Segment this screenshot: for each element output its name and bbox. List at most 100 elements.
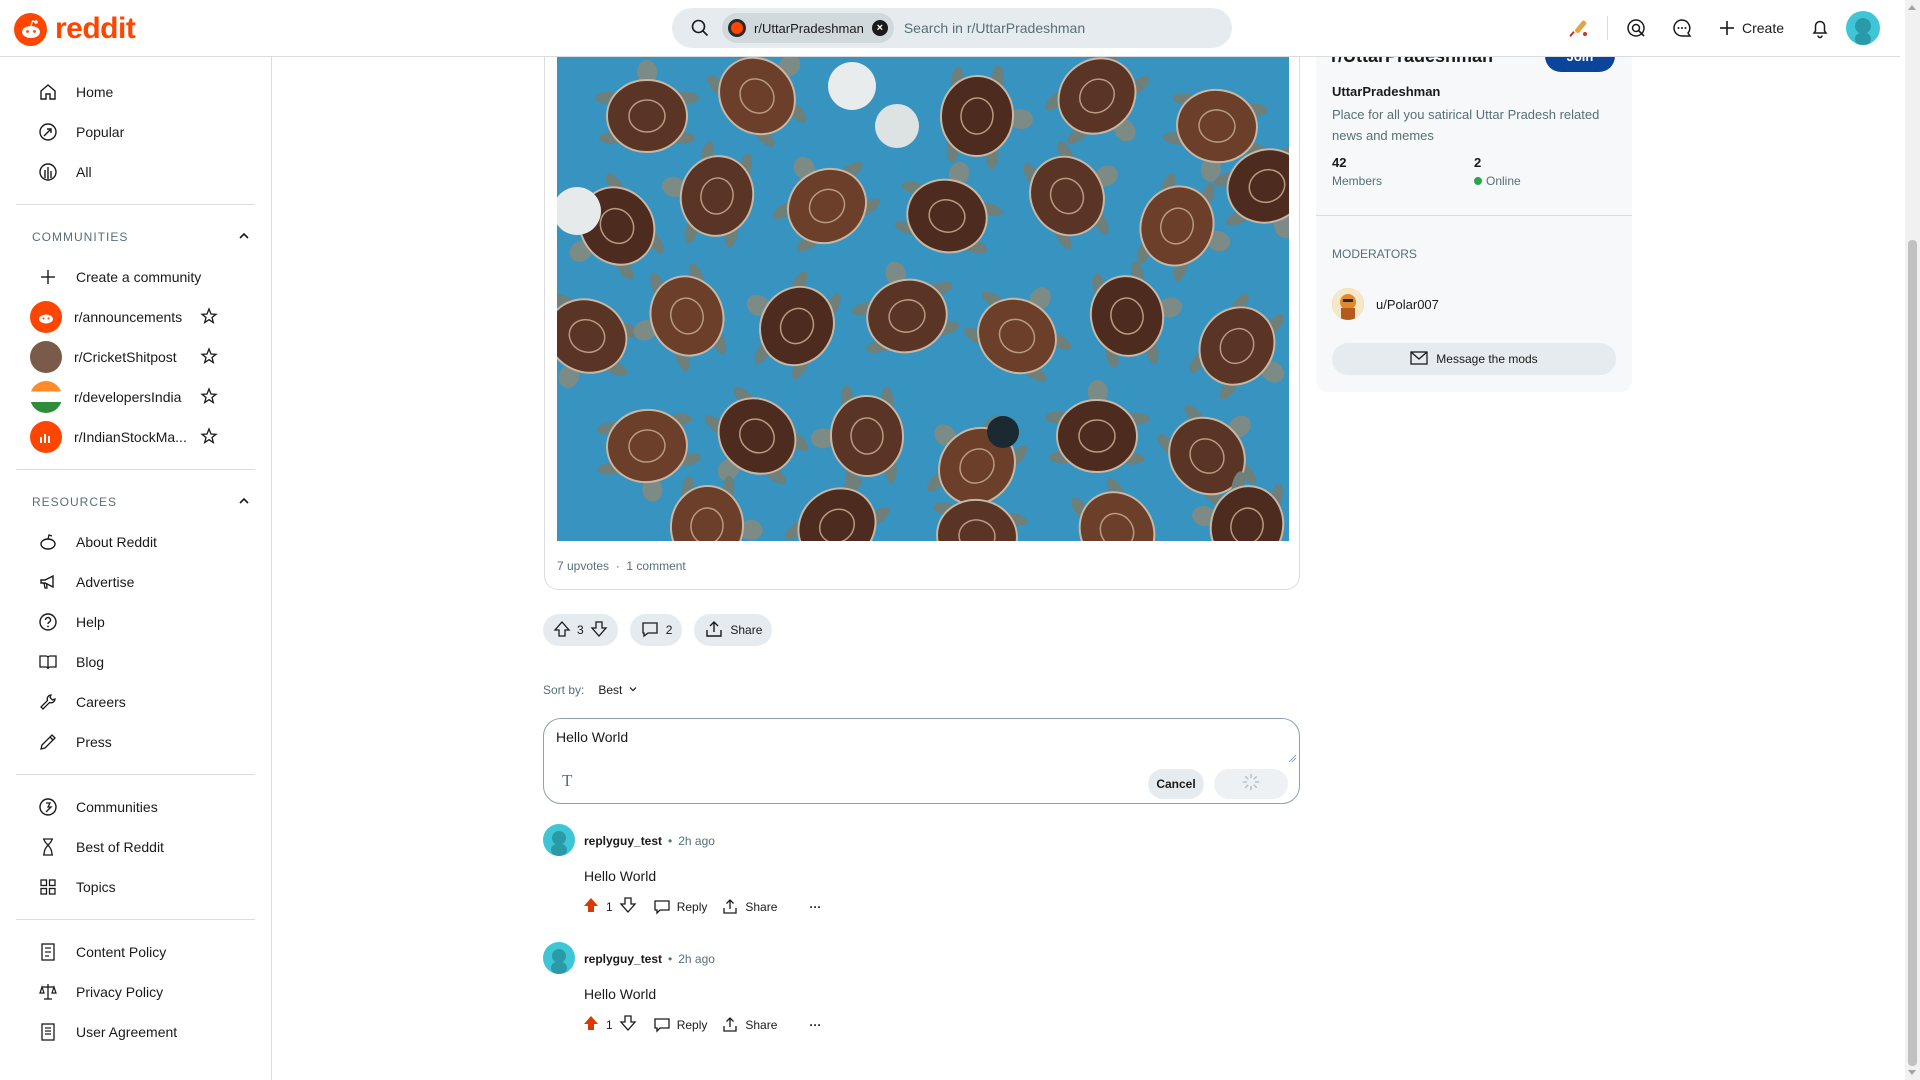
formatting-toggle-button[interactable]: T (562, 771, 572, 791)
scale-icon (36, 982, 60, 1002)
sidebar-item-announcements[interactable]: r/announcements (0, 297, 271, 337)
resources-section-header[interactable]: RESOURCES (0, 482, 271, 522)
submit-comment-button[interactable] (1214, 769, 1288, 799)
sidebar-item-developersindia[interactable]: r/developersIndia (0, 377, 271, 417)
favorite-star-icon[interactable] (200, 387, 218, 408)
post-comments-text[interactable]: 1 comment (626, 559, 685, 573)
sidebar-item-communities[interactable]: Communities (0, 787, 271, 827)
chat-icon[interactable] (1662, 8, 1702, 48)
more-options-button[interactable]: ··· (791, 1018, 835, 1032)
cricket-bat-icon[interactable] (1559, 8, 1599, 48)
sidebar-item-label: Blog (76, 654, 105, 670)
comments-button[interactable]: 2 (629, 614, 683, 646)
upvote-arrow-icon[interactable] (553, 620, 571, 641)
sidebar-divider (16, 204, 255, 205)
commenter-avatar[interactable] (543, 942, 575, 974)
sidebar-item-indianstockmarket[interactable]: r/IndianStockMa... (0, 417, 271, 457)
reddit-logo[interactable]: reddit (14, 11, 136, 47)
create-community-button[interactable]: Create a community (0, 257, 271, 297)
comment-username[interactable]: replyguy_test (584, 952, 662, 966)
post-image[interactable] (557, 56, 1289, 541)
page-scrollbar[interactable] (1905, 0, 1920, 1080)
sidebar-item-content-policy[interactable]: Content Policy (0, 932, 271, 972)
upvote-filled-icon[interactable] (582, 1014, 600, 1035)
search-input[interactable] (903, 20, 1204, 36)
comment-share-button[interactable]: Share (721, 1016, 791, 1034)
scroll-up-arrow-icon[interactable] (1908, 5, 1916, 10)
resize-handle-icon[interactable] (1287, 753, 1297, 763)
community-info-panel: r/UttarPradeshman Join UttarPradeshman P… (1316, 40, 1632, 392)
upvote-filled-icon[interactable] (582, 896, 600, 917)
comment-body: Hello World (584, 868, 657, 884)
search-community-chip[interactable]: r/UttarPradeshman × (722, 13, 894, 43)
left-sidebar: Home Popular All COMMUNITIES Create a co… (0, 57, 272, 1080)
sort-dropdown[interactable]: Best (598, 683, 638, 697)
search-bar[interactable]: r/UttarPradeshman × (672, 8, 1232, 48)
favorite-star-icon[interactable] (200, 307, 218, 328)
sidebar-item-advertise[interactable]: Advertise (0, 562, 271, 602)
sidebar-item-help[interactable]: Help (0, 602, 271, 642)
sidebar-item-privacy-policy[interactable]: Privacy Policy (0, 972, 271, 1012)
sidebar-item-user-agreement[interactable]: User Agreement (0, 1012, 271, 1052)
commenter-avatar[interactable] (543, 824, 575, 856)
reply-button[interactable]: Reply (653, 1016, 722, 1034)
sidebar-divider (16, 919, 255, 920)
chevron-down-icon (628, 683, 638, 697)
vote-count: 3 (577, 623, 584, 637)
sidebar-item-all[interactable]: All (0, 152, 271, 192)
sidebar-item-topics[interactable]: Topics (0, 867, 271, 907)
sidebar-item-popular[interactable]: Popular (0, 112, 271, 152)
sidebar-item-home[interactable]: Home (0, 72, 271, 112)
comment-input[interactable]: Hello World (556, 729, 1276, 759)
downvote-arrow-icon[interactable] (619, 896, 637, 917)
sidebar-item-about-reddit[interactable]: About Reddit (0, 522, 271, 562)
sidebar-item-label: All (76, 164, 92, 180)
share-icon (723, 1016, 738, 1032)
comment-bubble-icon (654, 899, 670, 915)
members-count: 42 (1332, 155, 1347, 170)
sea-turtles-illustration (557, 56, 1289, 541)
more-options-button[interactable]: ··· (791, 900, 835, 914)
scroll-down-arrow-icon[interactable] (1908, 1070, 1916, 1075)
comment-share-button[interactable]: Share (721, 898, 791, 916)
reddit-alien-icon (36, 532, 60, 552)
create-post-button[interactable]: Create (1708, 8, 1794, 48)
notifications-bell-icon[interactable] (1800, 8, 1840, 48)
sidebar-item-cricketshitpost[interactable]: r/CricketShitpost (0, 337, 271, 377)
user-avatar[interactable] (1846, 11, 1880, 45)
favorite-star-icon[interactable] (200, 347, 218, 368)
sort-value: Best (598, 683, 623, 697)
wrench-icon (36, 692, 60, 712)
sidebar-item-blog[interactable]: Blog (0, 642, 271, 682)
panel-divider (1316, 215, 1632, 216)
downvote-arrow-icon[interactable] (619, 1014, 637, 1035)
sort-label: Sort by: (543, 683, 585, 697)
sidebar-item-best-of-reddit[interactable]: Best of Reddit (0, 827, 271, 867)
comment-score: 1 (606, 1017, 613, 1032)
share-label: Share (745, 1017, 778, 1032)
message-mods-button[interactable]: Message the mods (1332, 343, 1616, 375)
sidebar-item-label: Communities (76, 799, 158, 815)
comment-bubble-icon (640, 619, 660, 642)
advertise-icon[interactable] (1616, 8, 1656, 48)
sidebar-item-label: Topics (76, 879, 116, 895)
search-icon (678, 19, 722, 37)
share-button[interactable]: Share (694, 614, 773, 646)
cancel-button[interactable]: Cancel (1148, 769, 1204, 799)
comment-username[interactable]: replyguy_test (584, 834, 662, 848)
scrollbar-thumb[interactable] (1908, 240, 1917, 1066)
sidebar-item-label: Best of Reddit (76, 839, 164, 855)
sidebar-item-careers[interactable]: Careers (0, 682, 271, 722)
comment-composer: Hello World T Cancel (543, 718, 1300, 804)
favorite-star-icon[interactable] (200, 427, 218, 448)
reply-button[interactable]: Reply (653, 898, 722, 916)
clear-chip-icon[interactable]: × (871, 20, 888, 36)
sidebar-item-press[interactable]: Press (0, 722, 271, 762)
moderator-item[interactable]: u/Polar007 (1332, 288, 1439, 320)
comment-actions: 1 Reply Share ··· (582, 896, 835, 917)
post-upvotes-text[interactable]: 7 upvotes (557, 559, 609, 573)
sidebar-item-label: About Reddit (76, 534, 157, 550)
downvote-arrow-icon[interactable] (590, 620, 608, 641)
book-icon (36, 652, 60, 672)
communities-section-header[interactable]: COMMUNITIES (0, 217, 271, 257)
